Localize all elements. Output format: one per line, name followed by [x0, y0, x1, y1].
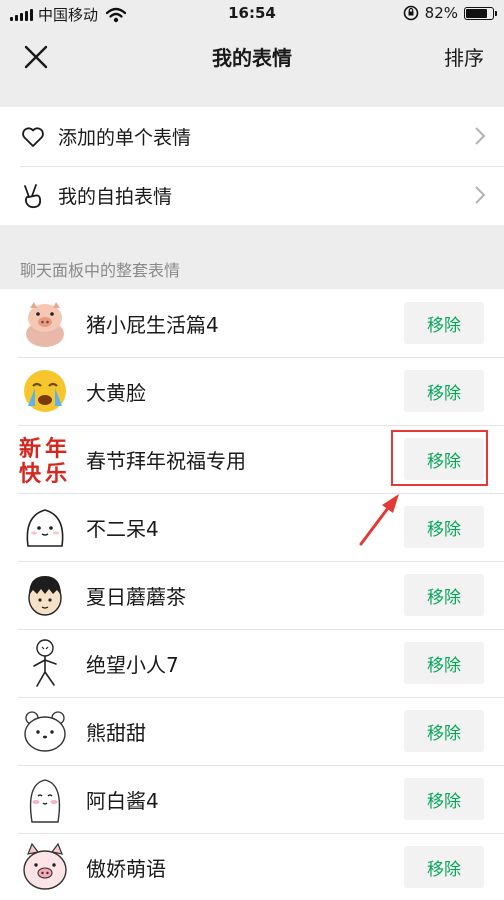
heart-icon [22, 126, 44, 147]
battery-icon [464, 6, 497, 20]
pig-sticker-icon [26, 302, 64, 347]
remove-button[interactable]: 移除 [404, 778, 484, 820]
white-blob-icon [26, 509, 64, 547]
sticker-pack-list: 猪小屁生活篇4 移除 大黄脸 移除 新 年 快 乐 春节拜年祝福专用 移除 不二… [0, 289, 504, 900]
orientation-lock-icon [403, 5, 418, 21]
pink-pig-icon [23, 842, 67, 890]
list-item: 绝望小人7 移除 [0, 629, 504, 697]
remove-button[interactable]: 移除 [404, 506, 484, 548]
chevron-right-icon [475, 186, 486, 204]
list-item: 傲娇萌语 移除 [0, 833, 504, 900]
section-label: 聊天面板中的整套表情 [20, 261, 181, 280]
new-year-text-icon: 新 年 快 乐 [19, 436, 67, 486]
list-item: 熊甜甜 移除 [0, 697, 504, 765]
list-item: 猪小屁生活篇4 移除 [0, 289, 504, 357]
nav-bar: 我的表情 排序 [0, 28, 504, 86]
bowl-cut-boy-icon [28, 576, 62, 616]
thumb-char: 年 [45, 436, 67, 462]
list-item: 大黄脸 移除 [0, 357, 504, 425]
list-item: 阿白酱4 移除 [0, 765, 504, 833]
chevron-right-icon [475, 127, 486, 145]
status-right: 82% [403, 4, 497, 22]
page-title: 我的表情 [212, 46, 292, 70]
remove-button[interactable]: 移除 [404, 302, 484, 344]
status-bar: 中国移动 16:54 82% [0, 0, 504, 28]
remove-button[interactable]: 移除 [404, 642, 484, 684]
list-item: 不二呆4 移除 [0, 493, 504, 561]
menu-item-single-stickers[interactable]: 添加的单个表情 [0, 107, 504, 166]
remove-button[interactable]: 移除 [404, 574, 484, 616]
menu-item-selfie-stickers[interactable]: 我的自拍表情 [0, 166, 504, 225]
white-bear-icon [24, 711, 66, 752]
list-item: 夏日蘑蘑茶 移除 [0, 561, 504, 629]
menu-item-label: 我的自拍表情 [58, 186, 173, 208]
remove-button[interactable]: 移除 [404, 710, 484, 752]
remove-button[interactable]: 移除 [404, 370, 484, 412]
menu-item-label: 添加的单个表情 [58, 127, 192, 149]
white-character-icon [29, 779, 61, 823]
crying-face-icon [24, 370, 66, 412]
sort-button[interactable]: 排序 [444, 42, 484, 71]
list-item: 新 年 快 乐 春节拜年祝福专用 移除 [0, 425, 504, 493]
thumb-char: 乐 [45, 462, 67, 486]
battery-percent: 82% [424, 4, 458, 22]
victory-hand-icon [24, 183, 42, 208]
stick-figure-icon [33, 639, 57, 687]
thumb-char: 新 [19, 436, 41, 462]
thumb-char: 快 [19, 462, 42, 486]
battery-level [466, 8, 488, 18]
menu-group: 添加的单个表情 我的自拍表情 [0, 107, 504, 225]
remove-button[interactable]: 移除 [404, 846, 484, 888]
remove-button[interactable]: 移除 [404, 438, 484, 480]
